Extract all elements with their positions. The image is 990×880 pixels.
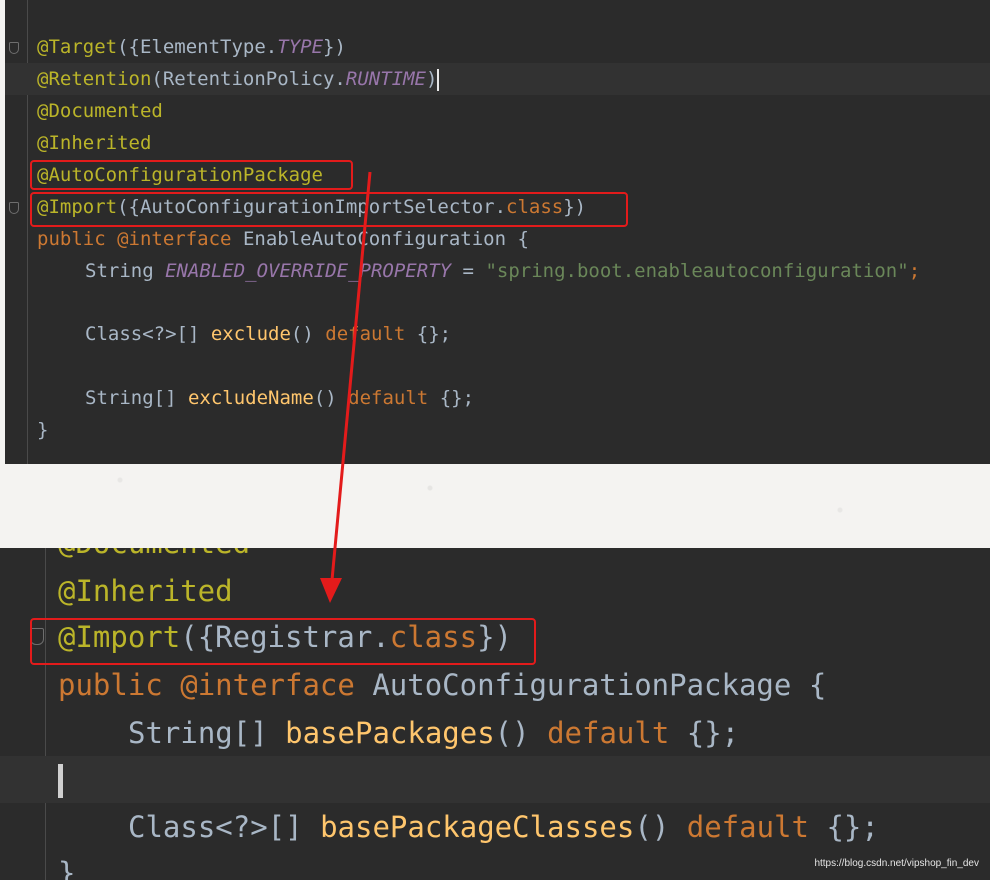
code-line: Class<?>[] exclude() default {};: [85, 323, 452, 345]
code-line: @Import({AutoConfigurationImportSelector…: [37, 196, 587, 218]
code-line-current: [0, 756, 990, 803]
code-line: @Documented: [37, 100, 163, 122]
code-line: Class<?>[] basePackageClasses() default …: [128, 810, 879, 844]
code-line: String ENABLED_OVERRIDE_PROPERTY = "spri…: [85, 260, 921, 282]
text-caret: [58, 764, 63, 798]
watermark-url: https://blog.csdn.net/vipshop_fin_dev: [811, 857, 982, 870]
code-line: public @interface AutoConfigurationPacka…: [58, 668, 827, 702]
code-line: @Target({ElementType.TYPE}): [37, 36, 346, 58]
code-line: @Inherited: [37, 132, 152, 154]
code-line: String[] excludeName() default {};: [85, 387, 475, 409]
code-line-partial: @Documented: [0, 548, 990, 567]
code-line: @Inherited: [58, 574, 233, 608]
code-line: public @interface EnableAutoConfiguratio…: [37, 228, 529, 250]
code-line-current: @Retention(RetentionPolicy.RUNTIME): [5, 63, 990, 95]
code-line: @Import({Registrar.class}): [58, 620, 512, 654]
code-editor-top[interactable]: @Target({ElementType.TYPE}) @Retention(R…: [5, 0, 990, 464]
code-line: String[] basePackages() default {};: [128, 716, 740, 750]
code-line: }: [37, 419, 49, 441]
text-caret: [437, 68, 440, 91]
code-line: @AutoConfigurationPackage: [37, 164, 323, 186]
code-editor-bottom[interactable]: @Documented @Inherited @Import({Registra…: [0, 548, 990, 880]
